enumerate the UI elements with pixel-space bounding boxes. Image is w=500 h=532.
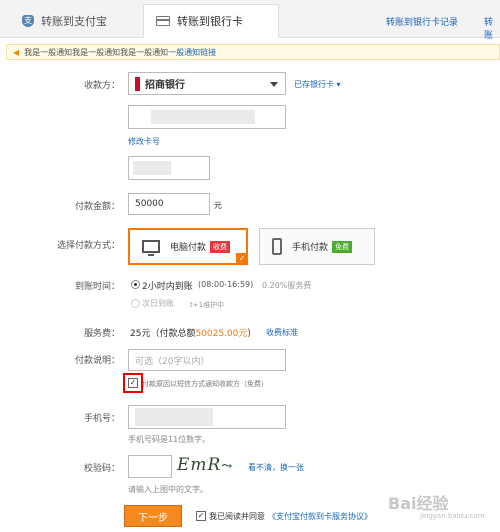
payee-name-input[interactable] [128,156,210,180]
highlight-frame [123,373,143,393]
phone-masked [135,408,213,426]
pay-method-pc-label: 电脑付款 [170,243,207,253]
arrival-next-day-radio[interactable] [131,299,140,308]
sms-notify-text: 付款原因以短信方式通知收款方（免费） [142,380,268,388]
captcha-label: 校验码： [83,464,120,474]
total-suffix: ） [247,329,257,339]
payment-note-label: 付款说明： [74,356,120,366]
captcha-image[interactable]: EmR⤳ [177,455,241,477]
bank-logo-icon [135,76,140,91]
fee-tag: 收费 [210,240,231,253]
captcha-hint: 请输入上图中的文字。 [128,485,208,494]
amount-input[interactable]: 50000 [128,193,210,215]
tab-bar: 支 转账到支付宝 转账到银行卡 转账到银行卡记录 转账 [0,0,500,41]
tab-transfer-bank[interactable]: 转账到银行卡 [143,4,279,38]
arrival-next-day-note: t+1维护中 [190,301,225,309]
arrival-next-day-label: 次日到账 [142,299,174,308]
notice-link[interactable]: 一般通知链接 [168,47,216,58]
more-transfer-link[interactable]: 转账 [484,15,500,41]
card-number-masked [151,110,255,124]
mobile-phone-icon [272,238,282,255]
notice-text: 我是一般通知我是一般通知我是一般通知 [24,47,169,57]
phone-label: 手机号： [83,414,120,424]
agreement-link[interactable]: 《支付宝付款到卡服务协议》 [268,511,372,522]
arrival-2h-fee: 0.20%服务费 [262,281,312,290]
phone-hint: 手机号码是11位数字。 [128,435,211,444]
captcha-image-text: EmR [177,455,222,475]
service-fee-value: 25元（付款总额50025.00元） [130,326,256,339]
agree-text: 我已阅读并同意 [209,512,265,521]
saved-cards-link-label: 已存银行卡 [294,80,334,89]
captcha-input[interactable] [128,455,172,478]
speaker-icon: ◀ [13,47,20,57]
bank-card-icon [156,16,170,26]
next-button[interactable]: 下一步 [124,505,182,527]
pay-method-mobile-label: 手机付款 [292,243,329,253]
phone-input[interactable] [128,405,286,429]
tab-transfer-bank-label: 转账到银行卡 [177,15,243,28]
payment-method-label: 选择付款方式： [56,241,120,251]
arrival-time-label: 到账时间： [74,282,120,292]
fee-standard-link[interactable]: 收费标准 [266,327,298,338]
watermark-logo: Bai经验 [388,494,449,513]
total-amount: 50025.00元 [195,329,248,339]
arrival-2h-label: 2小时内到账 [142,282,193,292]
total-prefix: （付款总额 [150,329,196,339]
bank-select-value: 招商银行 [145,80,185,91]
monitor-icon [142,240,160,256]
bank-select[interactable]: 招商银行 [128,72,286,95]
watermark-url: jingyan.baidu.com [420,512,485,520]
free-tag: 免费 [332,240,353,253]
bank-transfer-records-link[interactable]: 转账到银行卡记录 [386,15,458,28]
tab-transfer-alipay[interactable]: 支 转账到支付宝 [22,4,107,38]
arrival-2h-time: (08:00-16:59) [198,280,254,289]
captcha-squiggle-icon: ⤳ [221,459,234,474]
selected-check-icon: ✓ [236,253,248,265]
alipay-shield-icon: 支 [22,15,34,27]
payment-note-placeholder: 可选（20字以内） [135,356,210,367]
notice-bar: ◀ 我是一般通知我是一般通知我是一般通知 一般通知链接 [6,44,500,60]
amount-label: 付款金额： [74,202,120,212]
edit-card-link[interactable]: 修改卡号 [128,136,160,147]
chevron-down-icon [270,82,278,87]
captcha-refresh-link[interactable]: 看不清，换一张 [248,462,304,473]
tab-transfer-alipay-label: 转账到支付宝 [41,15,107,28]
service-fee-label: 服务费： [83,329,120,339]
arrival-2h-radio[interactable] [131,280,140,289]
payment-note-input[interactable]: 可选（20字以内） [128,349,286,371]
amount-unit: 元 [214,201,222,210]
pay-method-mobile[interactable]: 手机付款 免费 [259,228,375,265]
saved-cards-link[interactable]: 已存银行卡 ▾ [294,79,341,90]
card-number-input[interactable] [128,105,286,129]
payee-name-masked [133,161,171,175]
pay-method-pc[interactable]: 电脑付款 收费 ✓ [128,228,248,265]
service-fee-amount: 25元 [130,329,151,339]
amount-value: 50000 [135,199,164,209]
agree-checkbox[interactable]: ✓ [196,511,206,521]
payee-label: 收款方： [83,81,120,91]
